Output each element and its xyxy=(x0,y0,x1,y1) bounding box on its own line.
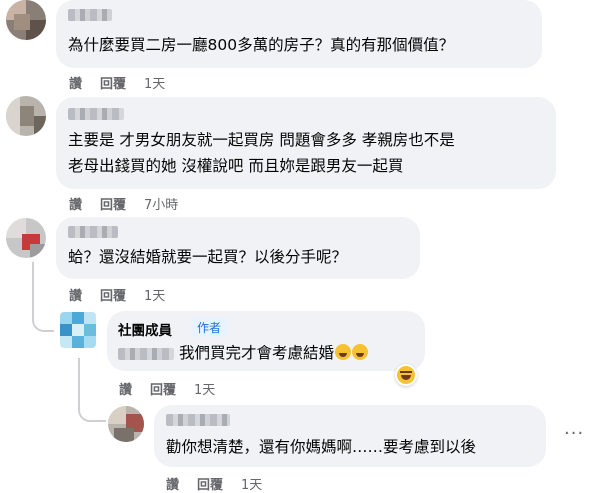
haha-reaction-icon[interactable] xyxy=(395,364,417,386)
commenter-name[interactable] xyxy=(166,414,230,426)
timestamp[interactable]: 7小時 xyxy=(144,198,178,213)
comment-actions: 讚 回覆 7小時 xyxy=(69,194,196,213)
comment-text-line2: 老母出錢買的她 沒權說吧 而且妳是跟男友一起買 xyxy=(68,157,404,175)
reply-bubble: 勸你想清楚，還有你媽媽啊……要考慮到以後 xyxy=(154,405,546,467)
author-badge: 作者 xyxy=(191,318,228,337)
like-button[interactable]: 讚 xyxy=(69,198,82,213)
like-button[interactable]: 讚 xyxy=(69,289,82,304)
comment-text-line1: 主要是 才男女朋友就一起買房 問題會多多 孝親房也不是 xyxy=(68,131,455,149)
thread-curve-reply xyxy=(78,390,106,422)
comment-bubble: 主要是 才男女朋友就一起買房 問題會多多 孝親房也不是 老母出錢買的她 沒權說吧… xyxy=(56,97,556,189)
comment-bubble: 為什麼要買二房一廳800多萬的房子？真的有那個價值？ xyxy=(56,0,542,68)
comment-actions: 讚 回覆 1天 xyxy=(69,285,183,304)
commenter-name[interactable] xyxy=(68,108,124,120)
comment-text: 蛤？還沒結婚就要一起買？以後分手呢？ xyxy=(68,248,348,266)
mentioned-name[interactable] xyxy=(118,348,174,360)
commenter-name[interactable] xyxy=(68,9,112,21)
avatar[interactable] xyxy=(6,96,46,136)
like-button[interactable]: 讚 xyxy=(166,478,179,493)
thread-curve xyxy=(32,300,54,332)
reply-button[interactable]: 回覆 xyxy=(100,289,126,304)
reply-actions: 讚 回覆 1天 xyxy=(166,474,280,493)
rolling-laughing-emoji-icon xyxy=(335,344,352,360)
avatar[interactable] xyxy=(6,218,46,258)
reply-button[interactable]: 回覆 xyxy=(197,478,223,493)
reply-text: 勸你想清楚，還有你媽媽啊……要考慮到以後 xyxy=(166,438,477,456)
timestamp[interactable]: 1天 xyxy=(144,289,165,304)
comment-actions: 讚 回覆 1天 xyxy=(69,73,183,92)
comment-bubble: 蛤？還沒結婚就要一起買？以後分手呢？ xyxy=(56,217,420,279)
like-button[interactable]: 讚 xyxy=(119,383,132,398)
group-member-avatar[interactable] xyxy=(60,312,96,348)
reply-text: 我們買完才會考慮結婚 xyxy=(179,341,369,365)
author-name[interactable]: 社團成員 xyxy=(118,319,172,339)
reply-bubble: 社團成員 作者 我們買完才會考慮結婚 xyxy=(107,311,425,371)
timestamp[interactable]: 1天 xyxy=(241,478,262,493)
avatar[interactable] xyxy=(6,0,46,40)
timestamp[interactable]: 1天 xyxy=(194,383,215,398)
avatar[interactable] xyxy=(108,406,144,442)
reply-actions: 讚 回覆 1天 xyxy=(119,379,233,398)
timestamp[interactable]: 1天 xyxy=(144,77,165,92)
more-options-icon[interactable]: ··· xyxy=(564,423,584,444)
rolling-laughing-emoji-icon xyxy=(352,344,369,360)
like-button[interactable]: 讚 xyxy=(69,77,82,92)
commenter-name[interactable] xyxy=(68,226,118,238)
reply-button[interactable]: 回覆 xyxy=(100,77,126,92)
comment-text: 為什麼要買二房一廳800多萬的房子？真的有那個價值？ xyxy=(68,36,455,54)
reply-button[interactable]: 回覆 xyxy=(150,383,176,398)
reply-button[interactable]: 回覆 xyxy=(100,198,126,213)
